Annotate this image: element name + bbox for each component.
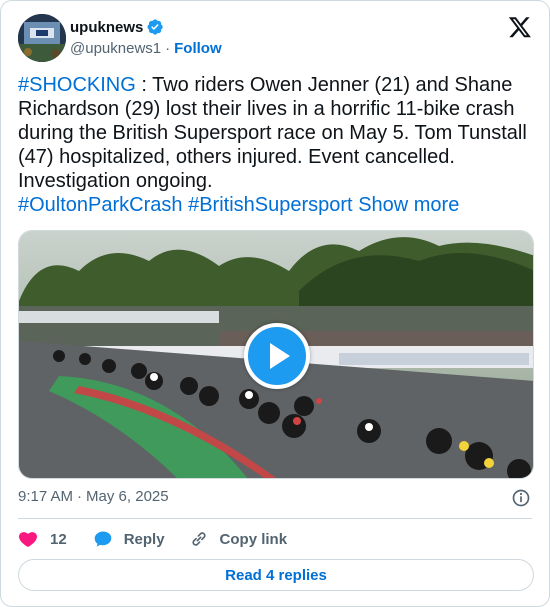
tweet-time: 9:17 AM (18, 488, 74, 505)
reply-bubble-icon (94, 531, 112, 547)
x-logo-icon[interactable] (508, 15, 532, 39)
heart-icon (19, 532, 37, 547)
divider (18, 518, 532, 519)
author-name[interactable]: upuknews (70, 19, 143, 36)
tweet-card: upuknews @upuknews1 · Follow #SHOCKING :… (0, 0, 550, 607)
reply-label: Reply (123, 530, 165, 548)
action-bar: 12 Reply Copy link (18, 527, 287, 551)
handle-row: @upuknews1 · Follow (70, 40, 222, 57)
read-replies-button[interactable]: Read 4 replies (18, 559, 534, 591)
like-count: 12 (50, 530, 67, 548)
hashtag-oultonparkcrash[interactable]: #OultonParkCrash (18, 194, 183, 216)
play-icon (270, 343, 290, 369)
play-button[interactable] (244, 323, 310, 389)
show-more-link[interactable]: Show more (358, 194, 459, 216)
video-player[interactable] (18, 230, 534, 479)
tweet-date: May 6, 2025 (86, 488, 169, 505)
tweet-text: #SHOCKING : Two riders Owen Jenner (21) … (18, 73, 534, 217)
separator-dot: · (77, 488, 83, 505)
author-handle[interactable]: @upuknews1 (70, 40, 161, 57)
copy-link-button[interactable]: Copy link (189, 529, 288, 549)
hashtag-shocking[interactable]: #SHOCKING (18, 74, 136, 96)
separator-dot: · (165, 40, 171, 57)
tweet-timestamp[interactable]: 9:17 AM · May 6, 2025 (18, 488, 169, 505)
reply-button[interactable]: Reply (93, 529, 165, 549)
like-button[interactable]: 12 (18, 529, 67, 549)
copy-link-label: Copy link (219, 530, 288, 548)
verified-badge-icon (147, 19, 164, 35)
author-name-row[interactable]: upuknews (70, 18, 164, 36)
link-icon (192, 532, 206, 546)
info-icon[interactable] (511, 488, 531, 508)
hashtag-britishsupersport[interactable]: #BritishSupersport (188, 194, 353, 216)
follow-button[interactable]: Follow (174, 40, 222, 57)
avatar[interactable] (18, 14, 66, 62)
